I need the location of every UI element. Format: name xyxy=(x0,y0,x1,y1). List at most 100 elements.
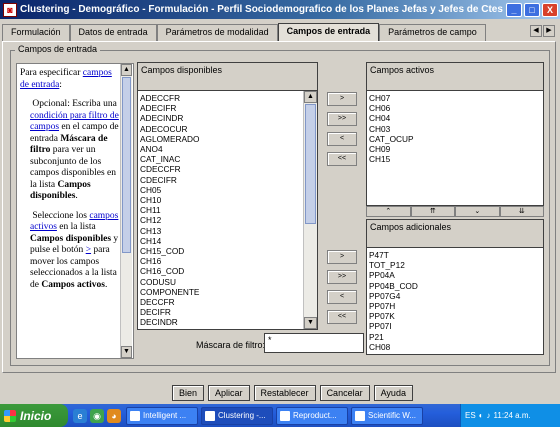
additional-field-item[interactable]: P21 xyxy=(369,332,418,342)
tab-formulacion[interactable]: Formulación xyxy=(2,24,70,41)
available-field-item[interactable]: CH05 xyxy=(140,185,199,195)
move-down-icon[interactable]: ⌄ xyxy=(455,206,500,217)
tab-parametros-campo[interactable]: Parámetros de campo xyxy=(379,24,486,41)
ie-icon[interactable]: e xyxy=(73,408,87,423)
language-indicator[interactable]: ES xyxy=(465,411,476,420)
available-fields-list[interactable]: ADECCFR ADECIFR ADECINDR ADECOCUR AGLOMERADO… xyxy=(137,90,318,330)
additional-field-item[interactable]: P47T xyxy=(369,250,418,260)
additional-fields-list[interactable]: P47T TOT_P12 PP04A PP04B_COD PP07G4 PP07H PP07… xyxy=(366,247,544,355)
available-field-item[interactable]: ADECIFR xyxy=(140,103,199,113)
active-field-item[interactable]: CH04 xyxy=(369,113,414,123)
available-scrollbar[interactable]: ▲ ▼ xyxy=(303,91,317,329)
active-field-item[interactable]: CH06 xyxy=(369,103,414,113)
available-field-item[interactable]: CH13 xyxy=(140,226,199,236)
remove-one-additional-button[interactable]: < xyxy=(327,290,357,304)
help-text: : xyxy=(59,79,62,90)
available-field-item[interactable]: CH12 xyxy=(140,215,199,225)
move-bottom-icon[interactable]: ⇊ xyxy=(499,206,544,217)
additional-field-item[interactable]: CH08 xyxy=(369,342,418,352)
active-field-item[interactable]: CH07 xyxy=(369,93,414,103)
help-scrollbar[interactable]: ▲ ▼ xyxy=(120,64,132,358)
app-icon[interactable]: ◙ xyxy=(3,2,17,17)
available-field-item[interactable]: CH16_COD xyxy=(140,266,199,276)
taskbar-task-4[interactable]: Scientific W... xyxy=(351,406,423,425)
remove-one-active-button[interactable]: < xyxy=(327,132,357,146)
available-field-item[interactable]: AGLOMERADO xyxy=(140,134,199,144)
additional-field-item[interactable]: TOT_P12 xyxy=(369,260,418,270)
taskbar-task-2[interactable]: Clustering -... xyxy=(201,406,273,425)
available-field-item[interactable]: ADECCFR xyxy=(140,93,199,103)
available-items: ADECCFR ADECIFR ADECINDR ADECOCUR AGLOMERADO… xyxy=(140,93,199,328)
task-label: Intelligent ... xyxy=(143,410,187,420)
tab-scroll-right-icon[interactable]: ▶ xyxy=(543,25,555,37)
media-icon[interactable]: ◉ xyxy=(90,408,104,423)
scroll-thumb[interactable] xyxy=(122,77,131,253)
remove-all-active-button[interactable]: << xyxy=(327,152,357,166)
ok-button[interactable]: Bien xyxy=(172,385,205,401)
tray-icon[interactable]: ◐ xyxy=(479,411,484,420)
available-field-item[interactable]: DECCFR xyxy=(140,297,199,307)
available-field-item[interactable]: CDECCFR xyxy=(140,164,199,174)
firefox-icon[interactable]: ◕ xyxy=(107,408,121,423)
move-all-active-button[interactable]: >> xyxy=(327,112,357,126)
move-all-additional-button[interactable]: >> xyxy=(327,270,357,284)
additional-field-item[interactable]: PP07I xyxy=(369,321,418,331)
help-button[interactable]: Ayuda xyxy=(373,385,413,401)
scroll-down-icon[interactable]: ▼ xyxy=(304,317,317,329)
tab-campos-entrada[interactable]: Campos de entrada xyxy=(277,23,380,42)
cancel-button[interactable]: Cancelar xyxy=(319,385,370,401)
available-field-item[interactable]: COMPONENTE xyxy=(140,287,199,297)
available-field-item[interactable]: ADECINDR xyxy=(140,113,199,123)
additional-field-item[interactable]: PP04B_COD xyxy=(369,281,418,291)
additional-field-item[interactable]: PP07H xyxy=(369,301,418,311)
additional-field-item[interactable]: PP07K xyxy=(369,311,418,321)
taskbar-task-1[interactable]: Intelligent ... xyxy=(126,406,198,425)
task-label: Scientific W... xyxy=(368,410,417,420)
volume-icon[interactable]: ♪ xyxy=(487,411,491,420)
available-field-item[interactable]: CH16 xyxy=(140,256,199,266)
apply-button[interactable]: Aplicar xyxy=(208,385,250,401)
move-one-active-button[interactable]: > xyxy=(327,92,357,106)
help-bold: Campos disponibles xyxy=(30,233,112,244)
available-field-item[interactable]: CH10 xyxy=(140,195,199,205)
maximize-button[interactable]: □ xyxy=(524,2,540,17)
clock: 11:24 a.m. xyxy=(493,411,531,420)
additional-field-item[interactable]: PP04A xyxy=(369,270,418,280)
available-field-item[interactable]: CAT_INAC xyxy=(140,154,199,164)
active-fields-list[interactable]: CH07 CH06 CH04 CH03 CAT_OCUP CH09 CH15 xyxy=(366,90,544,206)
active-field-item[interactable]: CH09 xyxy=(369,144,414,154)
available-field-item[interactable]: CDECIFR xyxy=(140,175,199,185)
additional-fields-label: Campos adicionales xyxy=(366,219,544,247)
help-link-move-button[interactable]: > xyxy=(86,245,91,255)
reset-button[interactable]: Restablecer xyxy=(253,385,316,401)
available-field-item[interactable]: DECINDR xyxy=(140,317,199,327)
tab-parametros-modalidad[interactable]: Parámetros de modalidad xyxy=(156,24,278,41)
step-number: 2 xyxy=(20,211,30,223)
active-field-item[interactable]: CH15 xyxy=(369,154,414,164)
minimize-button[interactable]: _ xyxy=(506,2,522,17)
tab-datos-entrada[interactable]: Datos de entrada xyxy=(69,24,157,41)
active-field-item[interactable]: CH03 xyxy=(369,124,414,134)
available-field-item[interactable]: DECIFR xyxy=(140,307,199,317)
start-button[interactable]: Inicio xyxy=(0,404,68,427)
move-one-additional-button[interactable]: > xyxy=(327,250,357,264)
filter-mask-input[interactable]: * xyxy=(264,333,364,353)
active-field-item[interactable]: CAT_OCUP xyxy=(369,134,414,144)
move-up-icon[interactable]: ⌃ xyxy=(366,206,411,217)
remove-all-additional-button[interactable]: << xyxy=(327,310,357,324)
scroll-down-icon[interactable]: ▼ xyxy=(121,346,132,358)
close-button[interactable]: X xyxy=(542,2,558,17)
available-field-item[interactable]: ADECOCUR xyxy=(140,124,199,134)
scroll-up-icon[interactable]: ▲ xyxy=(304,91,317,103)
available-field-item[interactable]: CH14 xyxy=(140,236,199,246)
tab-scroll-left-icon[interactable]: ◀ xyxy=(530,25,542,37)
available-field-item[interactable]: CH15_COD xyxy=(140,246,199,256)
available-field-item[interactable]: CH11 xyxy=(140,205,199,215)
additional-field-item[interactable]: PP07G4 xyxy=(369,291,418,301)
scroll-thumb[interactable] xyxy=(305,104,316,224)
scroll-up-icon[interactable]: ▲ xyxy=(121,64,132,76)
available-field-item[interactable]: CODUSU xyxy=(140,277,199,287)
move-top-icon[interactable]: ⇈ xyxy=(410,206,455,217)
available-field-item[interactable]: ANO4 xyxy=(140,144,199,154)
taskbar-task-3[interactable]: Reproduct... xyxy=(276,406,348,425)
